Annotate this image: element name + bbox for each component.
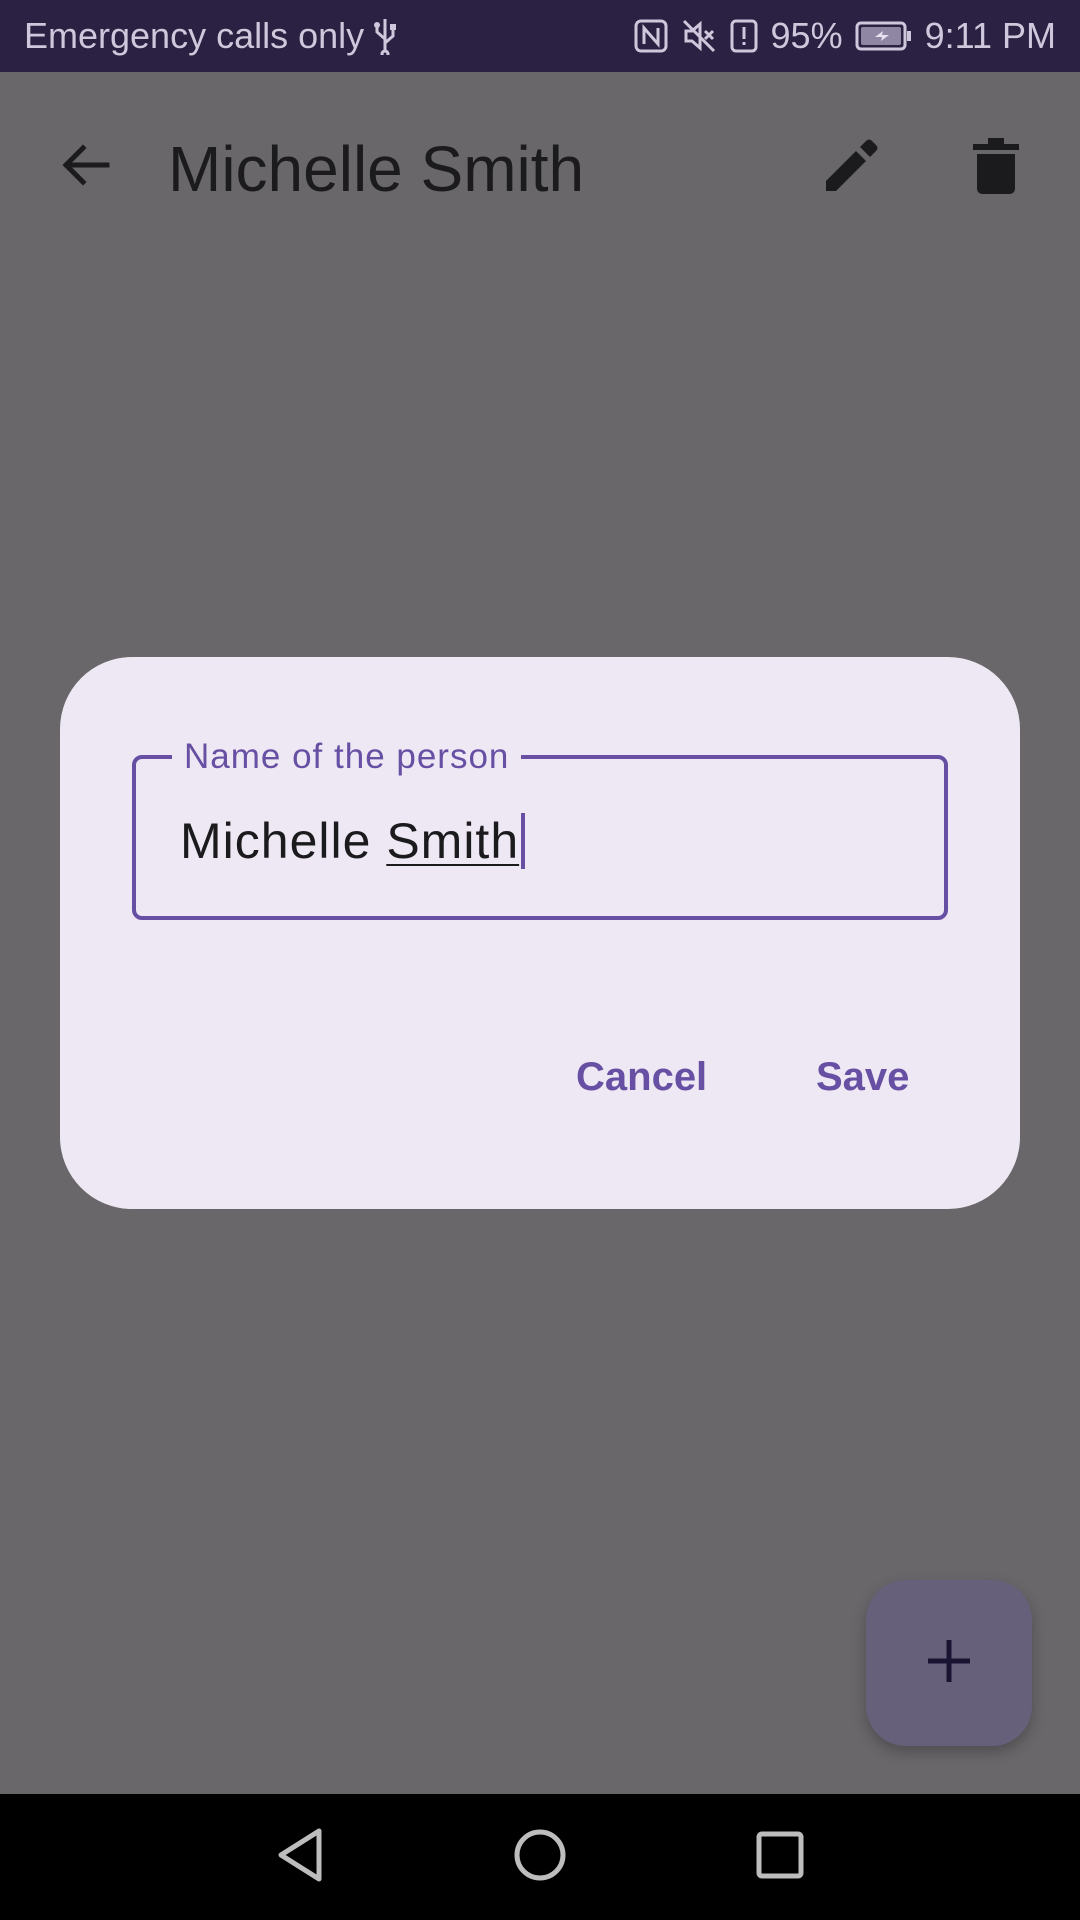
nav-back-icon xyxy=(275,1827,325,1888)
name-field[interactable]: Name of the person Michelle Smith xyxy=(132,735,948,920)
nfc-icon xyxy=(633,18,669,54)
cancel-button[interactable]: Cancel xyxy=(560,1037,723,1117)
nav-home-icon xyxy=(513,1828,567,1887)
plus-icon xyxy=(926,1638,972,1689)
status-left: Emergency calls only xyxy=(24,15,398,57)
nav-back-button[interactable] xyxy=(255,1812,345,1902)
battery-percent: 95% xyxy=(770,15,843,56)
app-bar: Michelle Smith xyxy=(0,72,1080,262)
status-bar: Emergency calls only 95% 9:11 PM xyxy=(0,0,1080,72)
carrier-text: Emergency calls only xyxy=(24,15,365,56)
battery-charging-icon xyxy=(855,20,913,52)
edit-pencil-icon xyxy=(822,137,880,200)
back-button[interactable] xyxy=(50,132,120,202)
navigation-bar xyxy=(0,1794,1080,1920)
edit-name-dialog: Name of the person Michelle Smith Cancel… xyxy=(60,657,1020,1209)
nav-recents-icon xyxy=(756,1831,804,1884)
page-title: Michelle Smith xyxy=(168,133,585,205)
name-input[interactable]: Michelle Smith xyxy=(180,811,526,871)
delete-trash-icon xyxy=(973,137,1019,199)
status-right: 95% 9:11 PM xyxy=(633,15,1056,57)
name-field-label: Name of the person xyxy=(172,735,522,779)
usb-icon xyxy=(372,17,398,55)
save-button[interactable]: Save xyxy=(800,1037,925,1117)
nav-home-button[interactable] xyxy=(495,1812,585,1902)
mute-icon xyxy=(681,18,717,54)
name-last-word: Smith xyxy=(386,813,520,869)
name-first-word: Michelle xyxy=(180,813,372,869)
clock: 9:11 PM xyxy=(924,15,1056,56)
add-button[interactable] xyxy=(866,1580,1032,1746)
battery-alert-icon xyxy=(729,18,759,54)
text-caret xyxy=(521,813,526,869)
delete-button[interactable] xyxy=(960,132,1032,204)
back-arrow-icon xyxy=(59,139,111,196)
edit-button[interactable] xyxy=(815,132,887,204)
nav-recents-button[interactable] xyxy=(735,1812,825,1902)
